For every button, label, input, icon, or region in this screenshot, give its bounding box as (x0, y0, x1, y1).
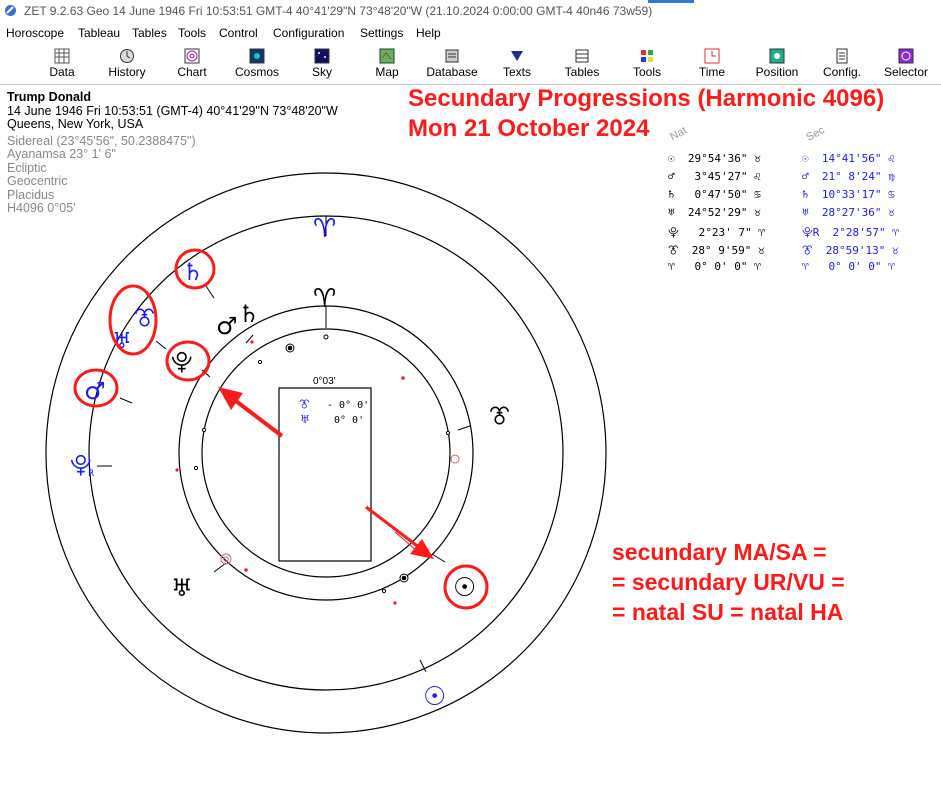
sec-sun-glyph: ☉ (423, 682, 446, 712)
note-line-2: = secundary UR/VU = (612, 569, 845, 595)
note-line-1: secundary MA/SA = (612, 539, 827, 565)
aspect-vulkanus-value: - 0° 0' (327, 400, 369, 411)
aspect-vulkanus-glyph: ⯔ (299, 398, 310, 411)
note-line-3: = natal SU = natal HA (612, 599, 844, 625)
annotation-note: secundary MA/SA = = secundary UR/VU = = … (612, 537, 845, 627)
natal-aries-glyph: ♈ (313, 284, 336, 314)
orb-label: 0°03' (313, 376, 336, 387)
aspect-uranus-glyph: ♅ (300, 413, 310, 426)
aspect-uranus-value: 0° 0' (334, 415, 364, 426)
natal-mars-glyph: ♂ (216, 312, 238, 340)
natal-vulkanus-glyph: ⯔ (489, 404, 510, 429)
sec-mars-glyph: ♂ (84, 377, 106, 405)
aspect-box (278, 387, 372, 562)
sec-cupido-retro-mark: R (88, 469, 94, 479)
natal-cupido-glyph: ⯓ (171, 350, 193, 375)
chart-wheel[interactable]: ♈ ♂ ♄ ⯓ ⯔ ♅ ☉ ♈ ♄ ⯔ ♅ ♂ ⯓ R ☉ 0°03' ⯔ - … (0, 0, 941, 800)
natal-saturn-glyph: ♄ (238, 300, 260, 328)
sec-aries-glyph: ♈ (313, 214, 336, 244)
natal-uranus-glyph: ♅ (171, 574, 193, 602)
natal-sun-glyph: ☉ (453, 573, 476, 603)
sec-saturn-glyph: ♄ (182, 258, 204, 286)
sec-vulkanus-glyph: ⯔ (134, 306, 155, 331)
